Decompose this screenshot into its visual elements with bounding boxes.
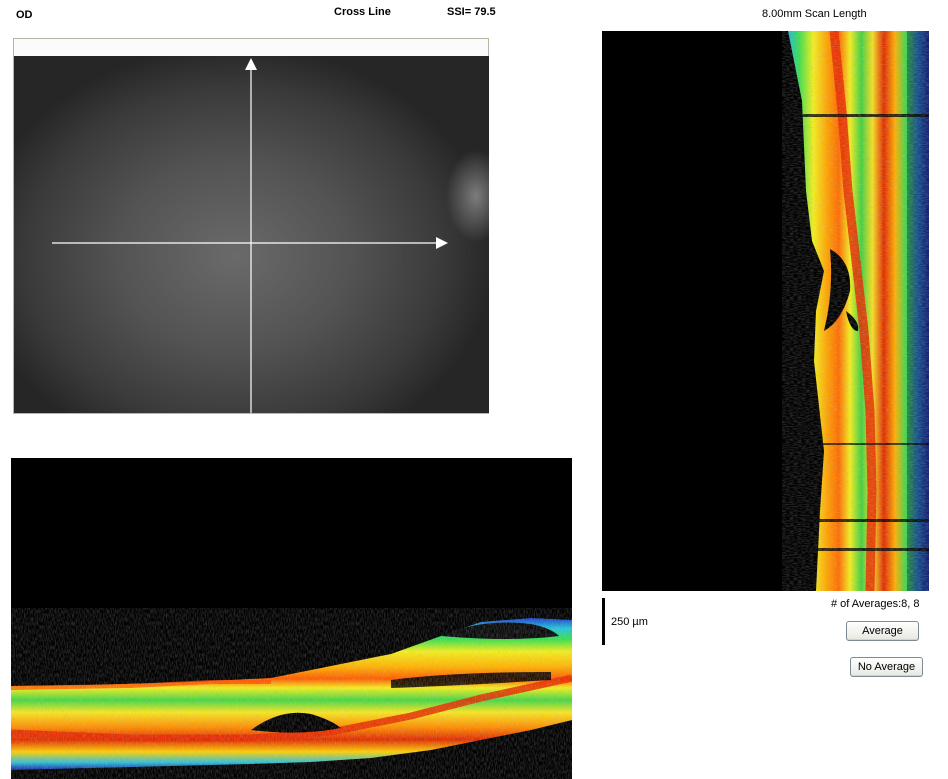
averages-label: # of Averages:8, 8 xyxy=(831,598,920,610)
no-average-button[interactable]: No Average xyxy=(850,657,923,677)
eye-label: OD xyxy=(16,9,33,21)
scan-type-label: Cross Line xyxy=(334,6,391,18)
oct-bscan-vertical xyxy=(782,31,929,591)
scale-bar-label: 250 µm xyxy=(611,616,648,628)
ssi-label: SSI= 79.5 xyxy=(447,6,496,18)
fundus-image[interactable] xyxy=(14,56,489,413)
scale-bar xyxy=(602,598,605,645)
horizontal-oct-scan[interactable] xyxy=(11,458,572,779)
scan-length-label: 8.00mm Scan Length xyxy=(762,8,867,20)
crosshair-arrows-icon[interactable] xyxy=(14,56,489,413)
fundus-viewer[interactable] xyxy=(13,38,489,414)
oct-bscan-horizontal xyxy=(11,608,572,779)
vertical-oct-scan[interactable] xyxy=(602,31,929,591)
average-button[interactable]: Average xyxy=(846,621,919,641)
fundus-title-strip xyxy=(14,39,488,57)
